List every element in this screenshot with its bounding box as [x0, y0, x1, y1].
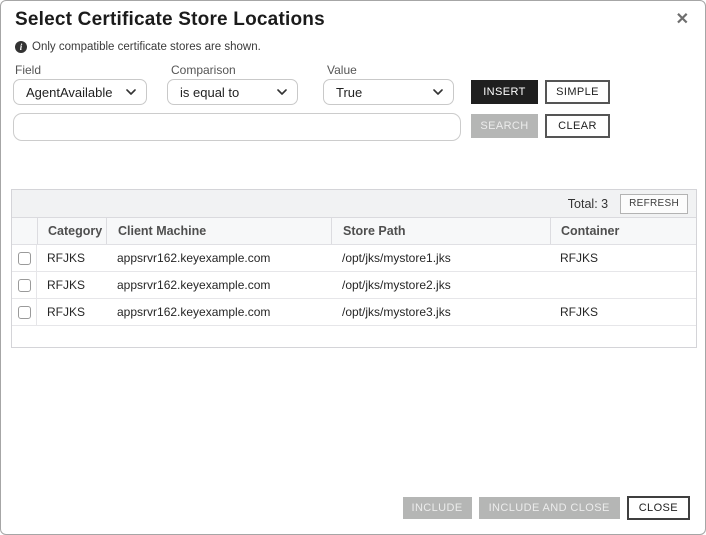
cell-category: RFJKS	[37, 272, 106, 298]
certificate-store-table: Total: 3 REFRESH Category Client Machine…	[11, 189, 697, 348]
table-header-row: Category Client Machine Store Path Conta…	[12, 218, 696, 245]
cell-store-path: /opt/jks/mystore3.jks	[331, 299, 550, 325]
cell-client-machine: appsrvr162.keyexample.com	[106, 299, 331, 325]
query-input[interactable]	[13, 113, 461, 141]
cell-client-machine: appsrvr162.keyexample.com	[106, 245, 331, 271]
field-label: Field	[15, 63, 41, 77]
cell-container: RFJKS	[550, 299, 696, 325]
row-checkbox[interactable]	[18, 306, 31, 319]
column-header-client-machine[interactable]: Client Machine	[106, 218, 331, 244]
insert-button[interactable]: INSERT	[471, 80, 538, 104]
cell-store-path: /opt/jks/mystore1.jks	[331, 245, 550, 271]
table-toolbar: Total: 3 REFRESH	[12, 190, 696, 218]
chevron-down-icon	[277, 89, 287, 95]
field-select-value: AgentAvailable	[26, 85, 113, 100]
table-row: RFJKS appsrvr162.keyexample.com /opt/jks…	[12, 299, 696, 326]
table-row: RFJKS appsrvr162.keyexample.com /opt/jks…	[12, 245, 696, 272]
cell-container: RFJKS	[550, 245, 696, 271]
comparison-select-value: is equal to	[180, 85, 239, 100]
info-text: Only compatible certificate stores are s…	[32, 41, 261, 53]
simple-button[interactable]: SIMPLE	[545, 80, 610, 104]
select-certificate-store-locations-dialog: Select Certificate Store Locations ✕ i O…	[0, 0, 706, 535]
search-button[interactable]: SEARCH	[471, 114, 538, 138]
value-label: Value	[327, 63, 357, 77]
chevron-down-icon	[126, 89, 136, 95]
refresh-button[interactable]: REFRESH	[620, 194, 688, 214]
include-and-close-button[interactable]: INCLUDE AND CLOSE	[479, 497, 620, 519]
clear-button[interactable]: CLEAR	[545, 114, 610, 138]
row-checkbox[interactable]	[18, 279, 31, 292]
info-icon: i	[15, 41, 27, 53]
comparison-label: Comparison	[171, 63, 236, 77]
cell-container	[550, 272, 696, 298]
cell-store-path: /opt/jks/mystore2.jks	[331, 272, 550, 298]
value-select[interactable]: True	[323, 79, 454, 105]
value-select-value: True	[336, 85, 362, 100]
column-header-category[interactable]: Category	[37, 218, 106, 244]
close-button[interactable]: CLOSE	[627, 496, 690, 520]
close-icon[interactable]: ✕	[672, 7, 693, 31]
comparison-select[interactable]: is equal to	[167, 79, 298, 105]
row-checkbox[interactable]	[18, 252, 31, 265]
dialog-footer: INCLUDE INCLUDE AND CLOSE CLOSE	[403, 496, 691, 520]
include-button[interactable]: INCLUDE	[403, 497, 472, 519]
total-count: Total: 3	[568, 197, 608, 211]
cell-category: RFJKS	[37, 245, 106, 271]
cell-client-machine: appsrvr162.keyexample.com	[106, 272, 331, 298]
chevron-down-icon	[433, 89, 443, 95]
info-banner: i Only compatible certificate stores are…	[15, 41, 261, 53]
column-header-store-path[interactable]: Store Path	[331, 218, 550, 244]
dialog-title: Select Certificate Store Locations	[15, 9, 325, 31]
table-row: RFJKS appsrvr162.keyexample.com /opt/jks…	[12, 272, 696, 299]
header-checkbox-spacer	[12, 218, 37, 244]
field-select[interactable]: AgentAvailable	[13, 79, 147, 105]
column-header-container[interactable]: Container	[550, 218, 696, 244]
cell-category: RFJKS	[37, 299, 106, 325]
